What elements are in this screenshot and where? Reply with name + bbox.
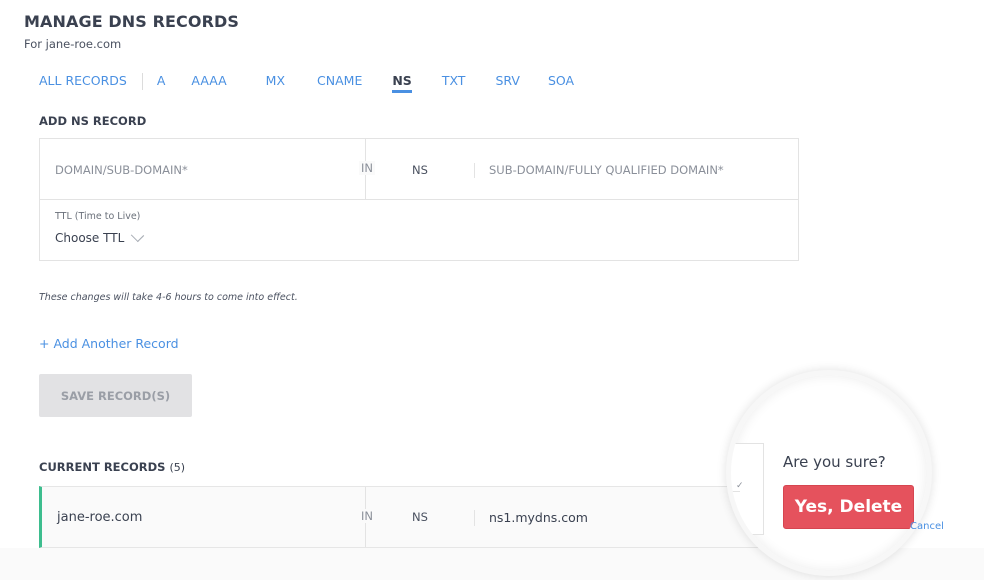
cancel-delete-link[interactable]: Cancel bbox=[910, 521, 944, 532]
record-type: NS bbox=[412, 510, 428, 524]
record-input-row: DOMAIN/SUB-DOMAIN* IN NS SUB-DOMAIN/FULL… bbox=[40, 139, 798, 200]
chevron-down-icon bbox=[131, 228, 145, 243]
type-label: NS bbox=[412, 163, 428, 177]
record-type-tabs: ALL RECORDS A AAAA MX CNAME NS TXT SRV S… bbox=[39, 73, 574, 95]
ttl-value: Choose TTL bbox=[55, 231, 125, 245]
add-record-form: DOMAIN/SUB-DOMAIN* IN NS SUB-DOMAIN/FULL… bbox=[39, 138, 799, 261]
add-another-record-link[interactable]: + Add Another Record bbox=[39, 336, 179, 351]
record-value: ns1.mydns.com bbox=[489, 510, 588, 525]
tab-cname[interactable]: CNAME bbox=[317, 73, 362, 92]
divider bbox=[474, 163, 475, 178]
page-title: MANAGE DNS RECORDS bbox=[24, 12, 239, 31]
edit-icon: ✓ bbox=[736, 481, 744, 491]
tab-srv[interactable]: SRV bbox=[495, 73, 520, 92]
tab-mx[interactable]: MX bbox=[266, 73, 285, 92]
record-action-box bbox=[731, 443, 764, 535]
class-label: IN bbox=[359, 161, 375, 175]
current-records-label: CURRENT RECORDS bbox=[39, 460, 166, 474]
tab-divider bbox=[141, 73, 143, 90]
target-domain-input[interactable]: SUB-DOMAIN/FULLY QUALIFIED DOMAIN* bbox=[489, 163, 724, 177]
divider bbox=[731, 491, 740, 492]
ttl-select[interactable]: Choose TTL bbox=[55, 228, 145, 245]
record-domain: jane-roe.com bbox=[57, 510, 143, 525]
zoom-magnifier: ✓ Are you sure? Yes, Delete bbox=[726, 370, 932, 576]
tab-soa[interactable]: SOA bbox=[548, 73, 574, 92]
current-records-title: CURRENT RECORDS (5) bbox=[39, 460, 185, 474]
table-row: jane-roe.com IN NS ns1.mydns.com bbox=[39, 486, 759, 548]
propagation-note: These changes will take 4-6 hours to com… bbox=[39, 292, 298, 303]
tab-aaaa[interactable]: AAAA bbox=[191, 73, 226, 92]
confirm-delete-button[interactable]: Yes, Delete bbox=[783, 485, 914, 529]
tab-a[interactable]: A bbox=[157, 73, 166, 92]
tab-txt[interactable]: TXT bbox=[442, 73, 466, 92]
tab-all-records[interactable]: ALL RECORDS bbox=[39, 73, 127, 92]
record-count: (5) bbox=[169, 461, 186, 474]
ttl-label: TTL (Time to Live) bbox=[55, 211, 141, 222]
divider bbox=[474, 510, 475, 526]
add-record-title: ADD NS RECORD bbox=[39, 114, 147, 128]
page-subtitle: For jane-roe.com bbox=[24, 37, 122, 51]
tab-ns[interactable]: NS bbox=[392, 73, 413, 93]
save-records-button[interactable]: SAVE RECORD(S) bbox=[39, 374, 192, 417]
confirm-question: Are you sure? bbox=[783, 453, 886, 471]
domain-input[interactable]: DOMAIN/SUB-DOMAIN* bbox=[55, 163, 188, 177]
record-class: IN bbox=[359, 509, 375, 523]
